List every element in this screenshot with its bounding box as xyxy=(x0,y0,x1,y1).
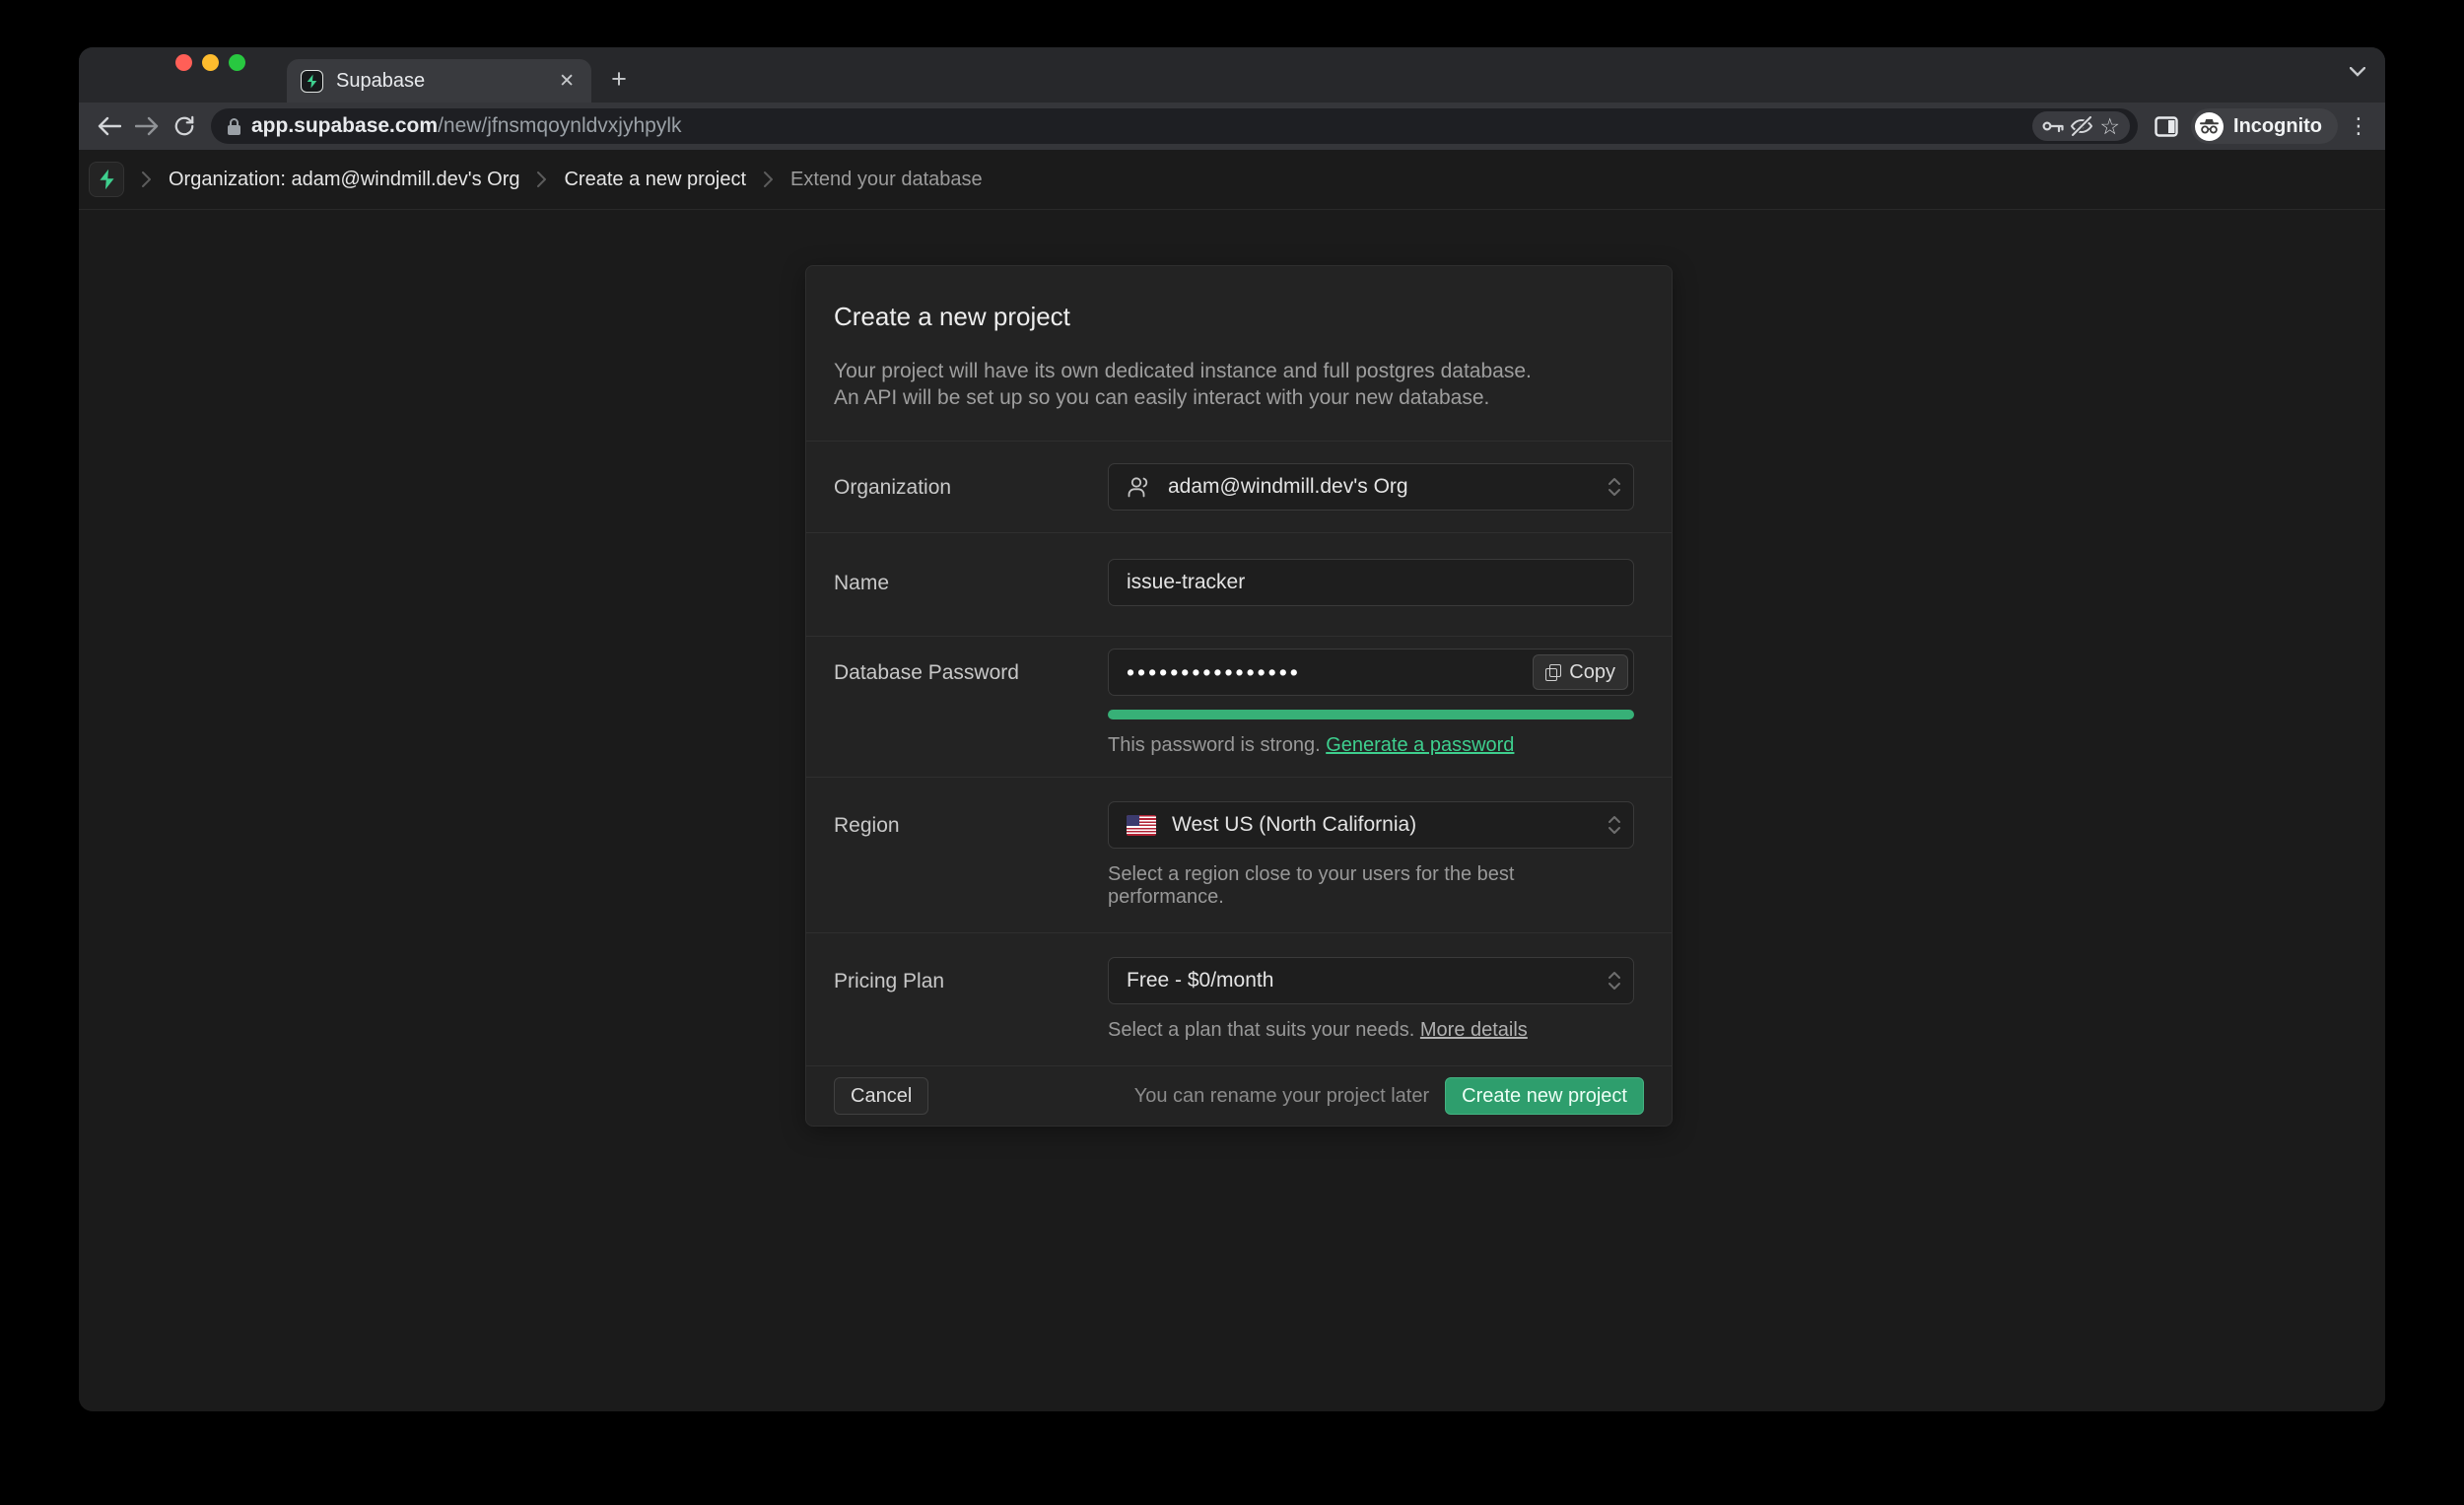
supabase-logo-icon[interactable] xyxy=(89,162,124,197)
card-description: Your project will have its own dedicated… xyxy=(834,358,1640,411)
users-icon xyxy=(1127,475,1152,499)
browser-window: Supabase ✕ + app.supabase.com/new/jfnsmq… xyxy=(79,47,2385,1411)
password-key-icon[interactable] xyxy=(2042,119,2064,133)
pricing-select[interactable]: Free - $0/month xyxy=(1108,957,1634,1004)
password-strength-text: This password is strong. xyxy=(1108,734,1321,756)
name-label: Name xyxy=(834,559,1108,606)
region-helper: Select a region close to your users for … xyxy=(1108,863,1634,909)
browser-menu-icon[interactable]: ⋮ xyxy=(2344,113,2373,139)
pricing-helper-text: Select a plan that suits your needs. xyxy=(1108,1019,1414,1041)
tab-strip: Supabase ✕ + xyxy=(79,47,2385,103)
breadcrumb-chevron-icon xyxy=(142,171,151,187)
create-new-project-button[interactable]: Create new project xyxy=(1445,1077,1644,1115)
url-domain: app.supabase.com xyxy=(251,114,438,137)
browser-toolbar: app.supabase.com/new/jfnsmqoynldvxjyhpyl… xyxy=(79,103,2385,150)
bookmark-star-icon[interactable]: ☆ xyxy=(2099,115,2120,138)
more-details-link[interactable]: More details xyxy=(1420,1019,1528,1041)
tab-search-chevron-icon[interactable] xyxy=(2350,67,2365,77)
breadcrumb-chevron-icon xyxy=(537,171,546,187)
incognito-badge: Incognito xyxy=(2191,108,2338,144)
organization-select[interactable]: adam@windmill.dev's Org xyxy=(1108,463,1634,511)
back-icon[interactable] xyxy=(91,107,128,145)
region-value: West US (North California) xyxy=(1172,813,1416,837)
breadcrumb-chevron-icon xyxy=(764,171,773,187)
tab-close-icon[interactable]: ✕ xyxy=(556,69,578,94)
tab-supabase[interactable]: Supabase ✕ xyxy=(287,59,591,103)
description-line-1: Your project will have its own dedicated… xyxy=(834,358,1640,384)
organization-label: Organization xyxy=(834,463,1108,511)
url-text: app.supabase.com/new/jfnsmqoynldvxjyhpyl… xyxy=(251,114,2032,138)
region-label: Region xyxy=(834,801,1108,909)
incognito-label: Incognito xyxy=(2233,115,2322,138)
database-password-input[interactable]: •••••••••••••••• Copy xyxy=(1108,649,1634,696)
incognito-icon xyxy=(2195,112,2224,141)
minimize-window-button[interactable] xyxy=(202,54,219,71)
select-chevrons-icon xyxy=(1608,970,1621,992)
name-section: Name xyxy=(806,532,1672,636)
breadcrumb-organization[interactable]: Organization: adam@windmill.dev's Org xyxy=(169,169,519,191)
create-project-card: Create a new project Your project will h… xyxy=(805,265,1673,1127)
breadcrumb-create-project[interactable]: Create a new project xyxy=(564,169,746,191)
project-name-input[interactable] xyxy=(1108,559,1634,606)
breadcrumb-extend-database: Extend your database xyxy=(790,169,983,191)
new-tab-button[interactable]: + xyxy=(603,64,635,96)
rename-note: You can rename your project later xyxy=(1134,1085,1429,1108)
reload-icon[interactable] xyxy=(166,107,203,145)
supabase-page: Organization: adam@windmill.dev's Org Cr… xyxy=(79,150,2385,1411)
password-helper: This password is strong. Generate a pass… xyxy=(1108,734,1634,757)
organization-value: adam@windmill.dev's Org xyxy=(1168,475,1408,499)
pricing-value: Free - $0/month xyxy=(1127,969,1273,992)
forward-icon[interactable] xyxy=(128,107,166,145)
breadcrumb: Organization: adam@windmill.dev's Org Cr… xyxy=(79,150,2385,210)
copy-label: Copy xyxy=(1569,661,1615,684)
tab-title: Supabase xyxy=(336,70,556,93)
copy-password-button[interactable]: Copy xyxy=(1533,654,1628,690)
close-window-button[interactable] xyxy=(175,54,192,71)
supabase-favicon-icon xyxy=(301,70,323,93)
select-chevrons-icon xyxy=(1608,814,1621,836)
copy-icon xyxy=(1545,664,1561,680)
cancel-button[interactable]: Cancel xyxy=(834,1077,928,1115)
page-title: Create a new project xyxy=(834,302,1640,332)
card-footer: Cancel You can rename your project later… xyxy=(806,1065,1672,1126)
select-chevrons-icon xyxy=(1608,476,1621,498)
us-flag-icon xyxy=(1127,815,1156,836)
region-select[interactable]: West US (North California) xyxy=(1108,801,1634,849)
card-header: Create a new project Your project will h… xyxy=(806,266,1672,441)
password-section: Database Password •••••••••••••••• Copy … xyxy=(806,636,1672,777)
region-section: Region West US (North California) Select… xyxy=(806,777,1672,932)
url-action-chip: ☆ xyxy=(2032,111,2130,141)
description-line-2: An API will be set up so you can easily … xyxy=(834,384,1640,411)
pricing-helper: Select a plan that suits your needs. Mor… xyxy=(1108,1019,1634,1042)
pricing-label: Pricing Plan xyxy=(834,957,1108,1042)
fullscreen-window-button[interactable] xyxy=(229,54,245,71)
pricing-section: Pricing Plan Free - $0/month Select a pl… xyxy=(806,932,1672,1065)
side-panel-icon[interactable] xyxy=(2148,107,2185,145)
eye-off-icon[interactable] xyxy=(2070,116,2093,136)
url-bar[interactable]: app.supabase.com/new/jfnsmqoynldvxjyhpyl… xyxy=(211,108,2138,144)
password-strength-bar xyxy=(1108,710,1634,719)
organization-section: Organization adam@windmill.dev's Org xyxy=(806,441,1672,532)
password-label: Database Password xyxy=(834,649,1108,757)
lock-icon[interactable] xyxy=(227,117,241,136)
generate-password-link[interactable]: Generate a password xyxy=(1326,734,1514,756)
url-path: /new/jfnsmqoynldvxjyhpylk xyxy=(438,114,681,137)
